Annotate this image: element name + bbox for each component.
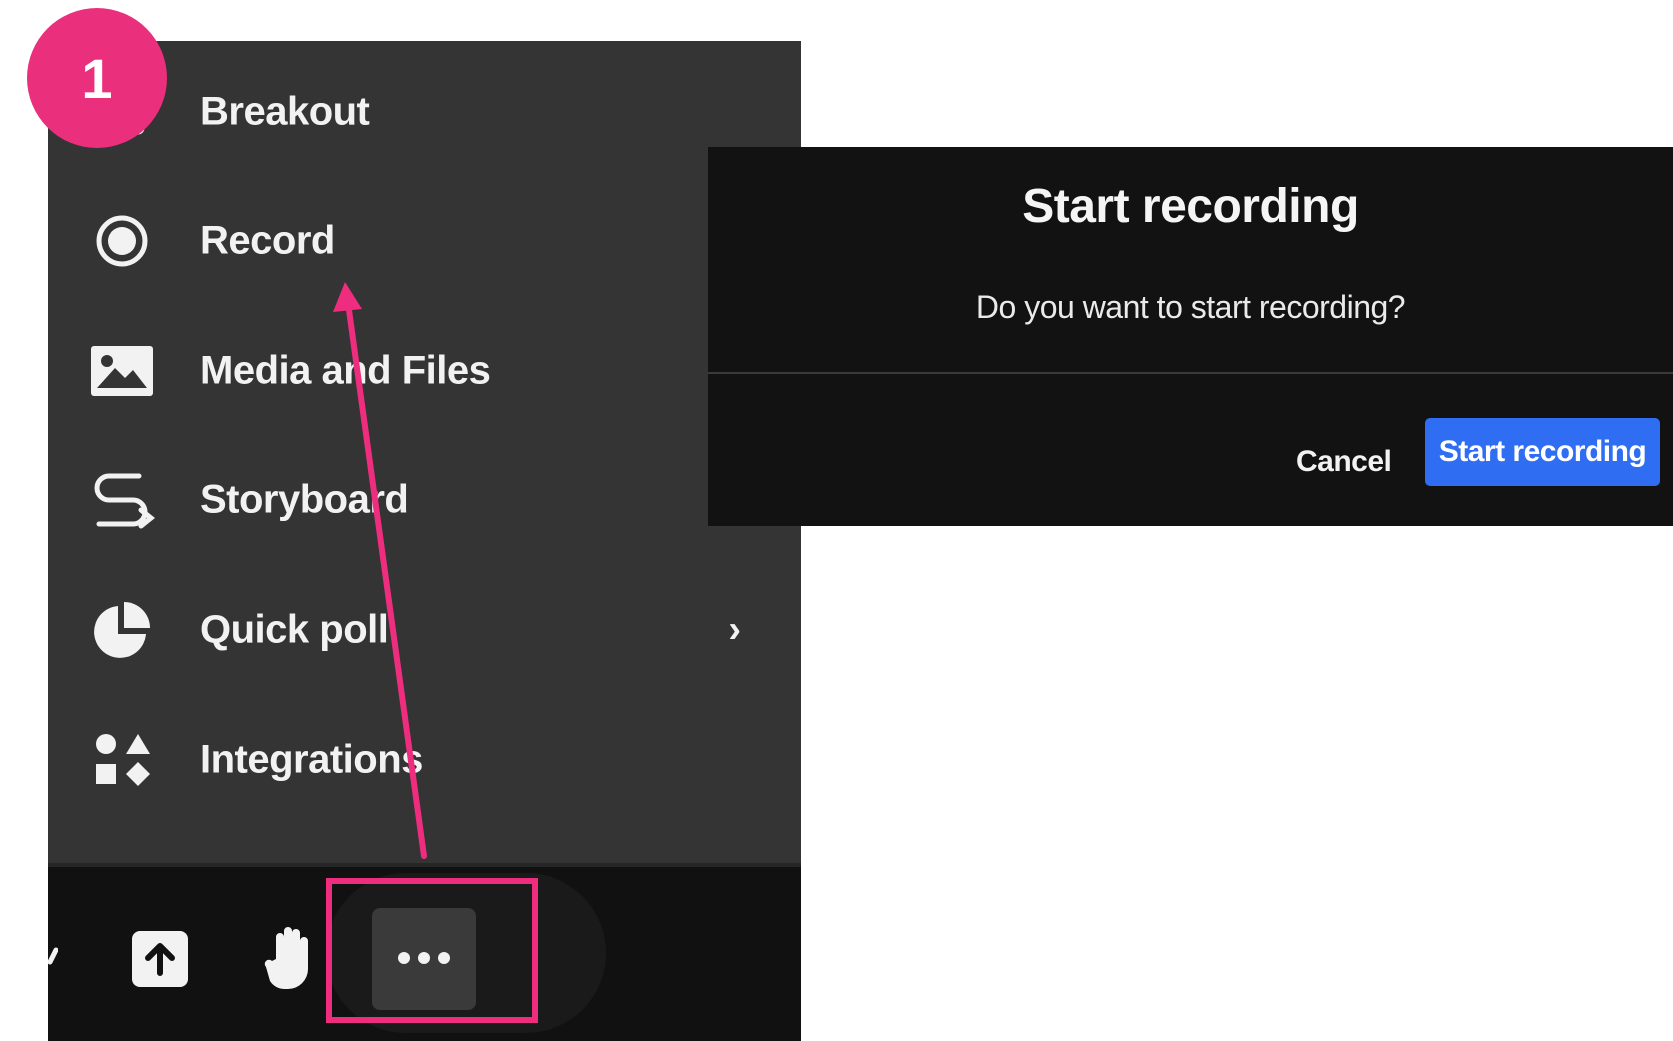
chevron-right-icon: › <box>728 608 741 651</box>
start-recording-button[interactable]: Start recording <box>1425 418 1660 486</box>
menu-item-integrations[interactable]: Integrations <box>48 710 801 810</box>
dialog-message: Do you want to start recording? <box>975 289 1406 325</box>
menu-item-storyboard[interactable]: Storyboard <box>48 450 801 550</box>
menu-item-media-and-files[interactable]: Media and Files <box>48 321 801 421</box>
record-icon <box>88 211 156 271</box>
raise-hand-icon[interactable] <box>262 923 318 993</box>
menu-item-label: Storyboard <box>200 477 409 522</box>
partial-icon <box>48 927 58 977</box>
share-upload-icon[interactable] <box>130 929 190 989</box>
more-options-button[interactable] <box>372 908 476 1010</box>
menu-item-label: Record <box>200 218 335 263</box>
cancel-button[interactable]: Cancel <box>1290 437 1397 487</box>
more-menu-panel: Breakout Record Media and Files Storyboa… <box>48 41 801 863</box>
more-options-icon <box>396 950 452 969</box>
bottom-toolbar <box>48 863 801 1041</box>
menu-item-label: Quick poll <box>200 607 389 652</box>
menu-item-label: Breakout <box>200 89 370 134</box>
menu-item-record[interactable]: Record <box>48 191 801 291</box>
menu-item-label: Media and Files <box>200 348 491 393</box>
start-recording-dialog: Start recording Do you want to start rec… <box>708 147 1673 526</box>
pie-chart-icon <box>88 600 156 660</box>
dialog-divider <box>708 372 1673 374</box>
menu-item-label: Integrations <box>200 737 423 782</box>
image-icon <box>88 341 156 401</box>
menu-item-quick-poll[interactable]: Quick poll › <box>48 580 801 680</box>
step-badge: 1 <box>27 8 167 148</box>
dialog-title: Start recording <box>1022 180 1359 233</box>
shapes-icon <box>88 730 156 790</box>
storyboard-icon <box>88 470 156 530</box>
